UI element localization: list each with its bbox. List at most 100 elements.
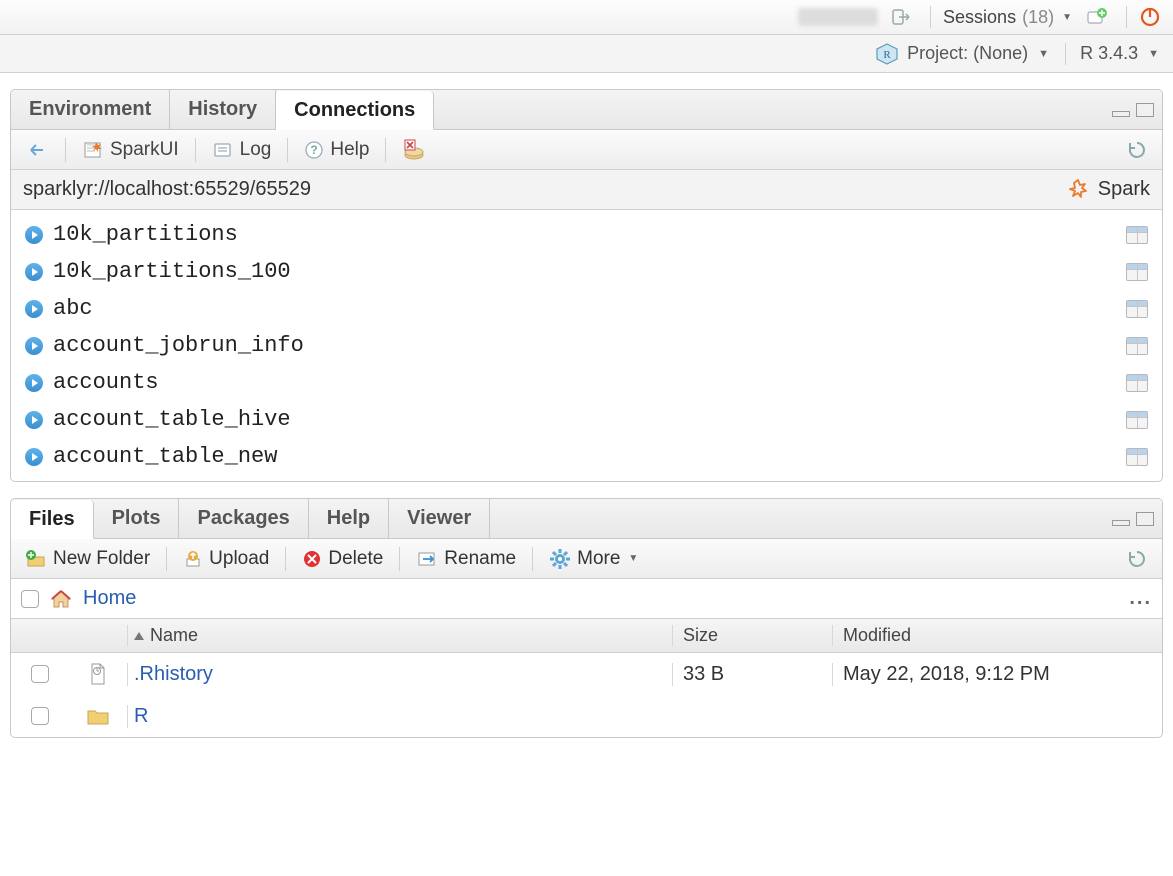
select-all-checkbox[interactable]	[21, 590, 39, 608]
tab-help[interactable]: Help	[309, 499, 389, 538]
tab-environment[interactable]: Environment	[11, 90, 170, 129]
row-checkbox[interactable]	[31, 707, 49, 725]
table-row[interactable]: account_table_hive	[11, 401, 1162, 438]
more-label: More	[577, 548, 620, 570]
tab-packages[interactable]: Packages	[179, 499, 308, 538]
preview-table-icon[interactable]	[1126, 374, 1148, 392]
expand-icon[interactable]	[25, 300, 43, 318]
sessions-label[interactable]: Sessions	[943, 7, 1016, 28]
preview-table-icon[interactable]	[1126, 263, 1148, 281]
table-name: account_jobrun_info	[53, 333, 304, 358]
connections-pane: Environment History Connections SparkUI …	[10, 89, 1163, 482]
preview-table-icon[interactable]	[1126, 411, 1148, 429]
maximize-pane-button[interactable]	[1136, 103, 1154, 117]
log-icon	[212, 140, 234, 160]
separator	[930, 6, 931, 28]
new-session-button[interactable]	[1080, 8, 1114, 26]
file-name[interactable]: .Rhistory	[134, 663, 213, 686]
table-row[interactable]: abc	[11, 290, 1162, 327]
tab-files[interactable]: Files	[11, 500, 94, 539]
file-row: R	[11, 695, 1162, 737]
preview-table-icon[interactable]	[1126, 300, 1148, 318]
rstudio-cube-icon: R	[875, 42, 899, 66]
expand-icon[interactable]	[25, 448, 43, 466]
connection-url-bar: sparklyr://localhost:65529/65529 Spark	[11, 170, 1162, 210]
sparkui-button[interactable]: SparkUI	[76, 139, 185, 161]
table-row[interactable]: account_jobrun_info	[11, 327, 1162, 364]
header-name[interactable]: Name	[127, 625, 672, 646]
svg-text:?: ?	[311, 143, 318, 157]
table-name: 10k_partitions_100	[53, 259, 291, 284]
upload-button[interactable]: Upload	[177, 548, 275, 570]
rename-icon	[416, 549, 438, 569]
back-button[interactable]	[19, 140, 55, 160]
preview-table-icon[interactable]	[1126, 226, 1148, 244]
tab-connections[interactable]: Connections	[276, 91, 434, 130]
chevron-down-icon[interactable]: ▼	[1062, 12, 1072, 23]
separator	[532, 547, 533, 571]
new-folder-button[interactable]: New Folder	[19, 548, 156, 570]
expand-icon[interactable]	[25, 337, 43, 355]
folder-icon	[69, 706, 127, 726]
separator	[399, 547, 400, 571]
header-modified[interactable]: Modified	[832, 625, 1162, 646]
table-row[interactable]: 10k_partitions	[11, 216, 1162, 253]
delete-button[interactable]: Delete	[296, 548, 389, 570]
maximize-pane-button[interactable]	[1136, 512, 1154, 526]
new-folder-icon	[25, 549, 47, 569]
power-icon	[1139, 6, 1161, 28]
table-row[interactable]: accounts	[11, 364, 1162, 401]
chevron-down-icon[interactable]: ▼	[1148, 48, 1159, 60]
quit-button[interactable]	[1139, 6, 1161, 28]
refresh-button[interactable]	[1120, 548, 1154, 570]
file-modified: May 22, 2018, 9:12 PM	[832, 663, 1162, 686]
expand-icon[interactable]	[25, 226, 43, 244]
disconnect-button[interactable]	[396, 139, 432, 161]
log-button[interactable]: Log	[206, 139, 278, 161]
separator	[166, 547, 167, 571]
expand-icon[interactable]	[25, 374, 43, 392]
tab-plots[interactable]: Plots	[94, 499, 180, 538]
breadcrumb-home[interactable]: Home	[83, 587, 136, 610]
row-checkbox[interactable]	[31, 665, 49, 683]
home-icon[interactable]	[49, 588, 73, 610]
table-row[interactable]: account_table_new	[11, 438, 1162, 475]
files-toolbar: New Folder Upload Delete Rename More ▼	[11, 539, 1162, 579]
help-icon: ?	[304, 140, 324, 160]
table-name: account_table_new	[53, 444, 277, 469]
connections-toolbar: SparkUI Log ? Help	[11, 130, 1162, 170]
file-size: 33 B	[672, 663, 832, 686]
rename-button[interactable]: Rename	[410, 548, 522, 570]
refresh-button[interactable]	[1120, 139, 1154, 161]
spark-star-icon	[1066, 178, 1090, 202]
expand-icon[interactable]	[25, 411, 43, 429]
new-session-icon	[1086, 8, 1108, 26]
help-button[interactable]: ? Help	[298, 139, 375, 161]
tab-history[interactable]: History	[170, 90, 276, 129]
more-button[interactable]: More ▼	[543, 548, 646, 570]
project-label[interactable]: Project: (None)	[907, 43, 1028, 64]
separator	[285, 547, 286, 571]
r-version-label[interactable]: R 3.4.3	[1080, 43, 1138, 64]
username-blurred	[798, 8, 878, 26]
rename-label: Rename	[444, 548, 516, 570]
connection-url: sparklyr://localhost:65529/65529	[23, 178, 311, 201]
expand-icon[interactable]	[25, 263, 43, 281]
svg-text:R: R	[883, 49, 891, 61]
sign-out-button[interactable]	[884, 7, 918, 27]
breadcrumb-more-button[interactable]: ...	[1129, 587, 1152, 610]
separator	[65, 138, 66, 162]
upload-icon	[183, 549, 203, 569]
table-row[interactable]: 10k_partitions_100	[11, 253, 1162, 290]
header-size[interactable]: Size	[672, 625, 832, 646]
pane-tabs: Environment History Connections	[11, 90, 1162, 130]
file-name[interactable]: R	[134, 705, 148, 728]
preview-table-icon[interactable]	[1126, 337, 1148, 355]
minimize-pane-button[interactable]	[1112, 111, 1130, 117]
minimize-pane-button[interactable]	[1112, 520, 1130, 526]
tab-viewer[interactable]: Viewer	[389, 499, 490, 538]
disconnect-icon	[402, 139, 426, 161]
chevron-down-icon[interactable]: ▼	[1038, 48, 1049, 60]
preview-table-icon[interactable]	[1126, 448, 1148, 466]
back-arrow-icon	[25, 140, 49, 160]
